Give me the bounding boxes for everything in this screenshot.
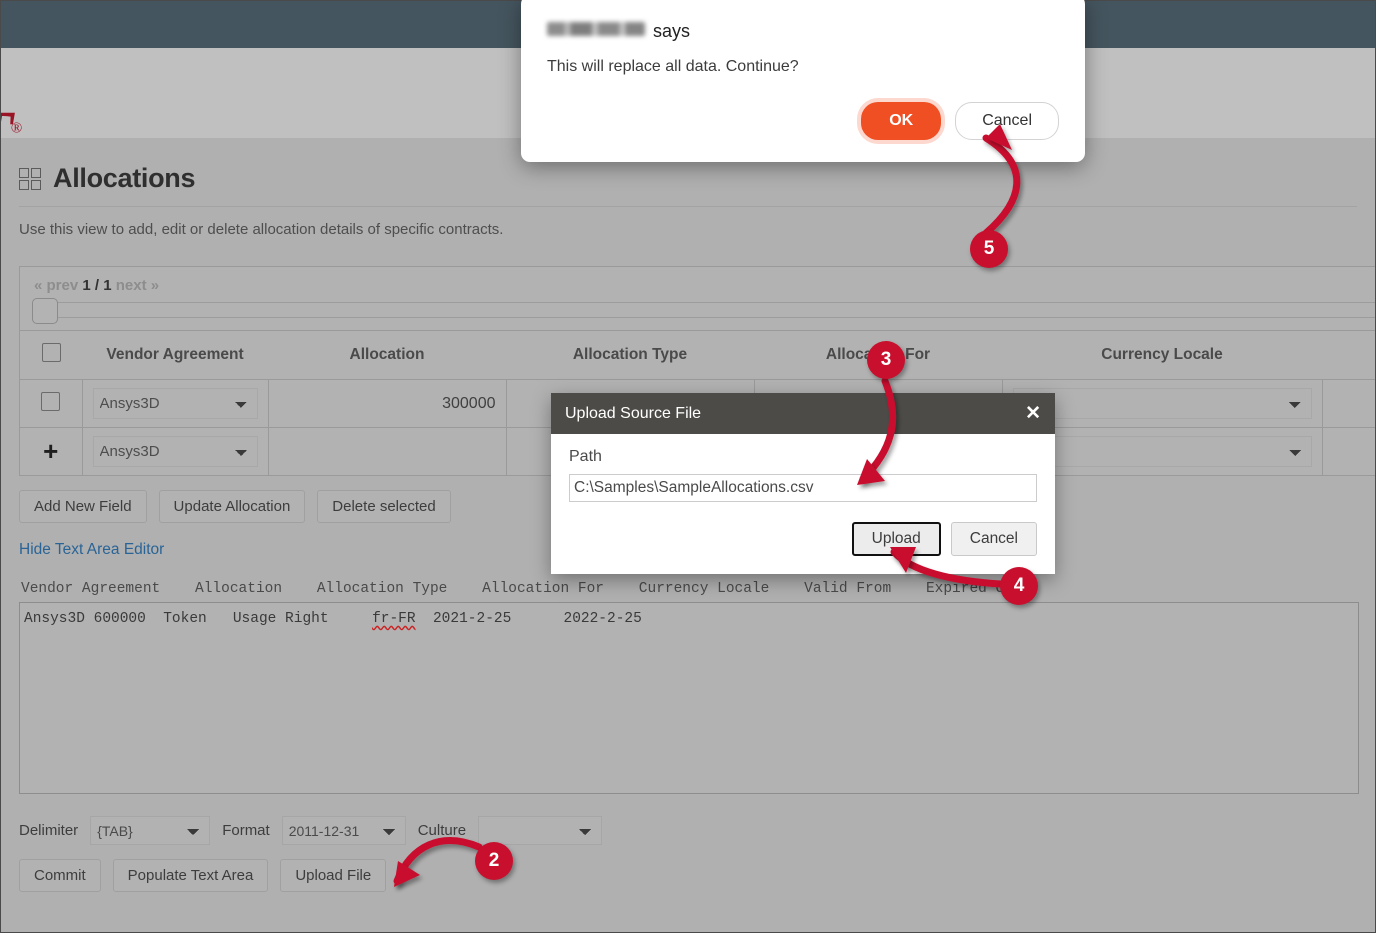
commit-button[interactable]: Commit xyxy=(19,859,101,892)
populate-text-area-button[interactable]: Populate Text Area xyxy=(113,859,269,892)
delete-selected-button[interactable]: Delete selected xyxy=(317,490,450,523)
editor-row-prefix: Ansys3D 600000 Token Usage Right xyxy=(24,611,372,627)
cell-valid-from[interactable] xyxy=(1322,428,1375,476)
culture-label: Culture xyxy=(418,822,466,839)
column-header-allocation[interactable]: Allocation xyxy=(268,331,506,380)
select-all-header xyxy=(20,331,82,380)
delimiter-label: Delimiter xyxy=(19,822,78,839)
text-area-editor[interactable]: Ansys3D 600000 Token Usage Right fr-FR 2… xyxy=(19,602,1359,794)
currency-locale-select[interactable] xyxy=(1013,388,1312,419)
row-select-cell xyxy=(20,380,82,428)
editor-row-locale: fr-FR xyxy=(372,611,416,627)
select-all-checkbox[interactable] xyxy=(42,343,61,362)
alert-origin-redacted xyxy=(547,22,645,36)
horizontal-scrollbar[interactable] xyxy=(34,302,1375,318)
format-label: Format xyxy=(222,822,270,839)
import-options-row: Delimiter {TAB} Format 2011-12-31 Cultur… xyxy=(19,816,1357,845)
dialog-body: Path Upload Cancel xyxy=(551,434,1055,574)
editor-row-suffix: 2021-2-25 2022-2-25 xyxy=(416,611,642,627)
column-header-allocation-type[interactable]: Allocation Type xyxy=(506,331,754,380)
alert-message: This will replace all data. Continue? xyxy=(547,58,1059,76)
add-row-icon[interactable]: + xyxy=(43,436,58,466)
upload-file-button[interactable]: Upload File xyxy=(280,859,386,892)
upload-button[interactable]: Upload xyxy=(852,522,941,556)
vendor-agreement-select[interactable]: Ansys3D xyxy=(93,388,258,419)
delimiter-select[interactable]: {TAB} xyxy=(90,816,210,845)
vendor-agreement-select[interactable]: Ansys3D xyxy=(93,436,258,467)
add-new-field-button[interactable]: Add New Field xyxy=(19,490,147,523)
path-label: Path xyxy=(569,448,1037,466)
row-add-cell: + xyxy=(20,428,82,476)
grid-icon xyxy=(19,168,41,190)
cell-allocation[interactable]: 300000 xyxy=(268,380,506,428)
column-header-currency-locale[interactable]: Currency Locale xyxy=(1002,331,1322,380)
cancel-button[interactable]: Cancel xyxy=(951,522,1037,556)
title-divider xyxy=(19,206,1357,207)
cell-allocation[interactable] xyxy=(268,428,506,476)
format-select[interactable]: 2011-12-31 xyxy=(282,816,406,845)
pagination-control: « prev 1 / 1 next » xyxy=(20,267,1375,298)
alert-origin-row: says xyxy=(547,21,1059,42)
browser-alert-dialog: says This will replace all data. Continu… xyxy=(521,0,1085,162)
dialog-title: Upload Source File xyxy=(565,405,701,423)
pager-prev[interactable]: « prev xyxy=(34,277,78,294)
dialog-title-bar: Upload Source File ✕ xyxy=(551,393,1055,434)
page-title: Allocations xyxy=(53,163,195,194)
close-icon[interactable]: ✕ xyxy=(1025,404,1041,423)
column-header-allocation-for[interactable]: Allocation For xyxy=(754,331,1002,380)
page-description: Use this view to add, edit or delete all… xyxy=(19,221,1357,238)
cell-valid-from[interactable] xyxy=(1322,380,1375,428)
pager-position: 1 / 1 xyxy=(82,277,111,294)
registered-trademark-icon: ® xyxy=(11,120,20,136)
import-action-buttons: Commit Populate Text Area Upload File xyxy=(19,859,1357,892)
upload-source-file-dialog: Upload Source File ✕ Path Upload Cancel xyxy=(551,393,1055,574)
dialog-footer: Upload Cancel xyxy=(569,522,1037,556)
row-checkbox[interactable] xyxy=(41,392,60,411)
cell-vendor-agreement: Ansys3D xyxy=(82,380,268,428)
culture-select[interactable] xyxy=(478,816,602,845)
text-area-column-header: Vendor Agreement Allocation Allocation T… xyxy=(19,581,1357,597)
alert-buttons: OK Cancel xyxy=(547,102,1059,140)
pager-next[interactable]: next » xyxy=(116,277,159,294)
update-allocation-button[interactable]: Update Allocation xyxy=(159,490,306,523)
table-header-row: Vendor Agreement Allocation Allocation T… xyxy=(20,331,1375,380)
alert-ok-button[interactable]: OK xyxy=(861,102,941,140)
scrollbar-thumb[interactable] xyxy=(32,298,58,324)
column-header-valid-from[interactable]: Valid F xyxy=(1322,331,1375,380)
alert-cancel-button[interactable]: Cancel xyxy=(955,102,1059,140)
cell-vendor-agreement: Ansys3D xyxy=(82,428,268,476)
currency-locale-select[interactable] xyxy=(1013,436,1312,467)
alert-says-label: says xyxy=(653,21,690,42)
path-input[interactable] xyxy=(569,474,1037,502)
column-header-vendor-agreement[interactable]: Vendor Agreement xyxy=(82,331,268,380)
